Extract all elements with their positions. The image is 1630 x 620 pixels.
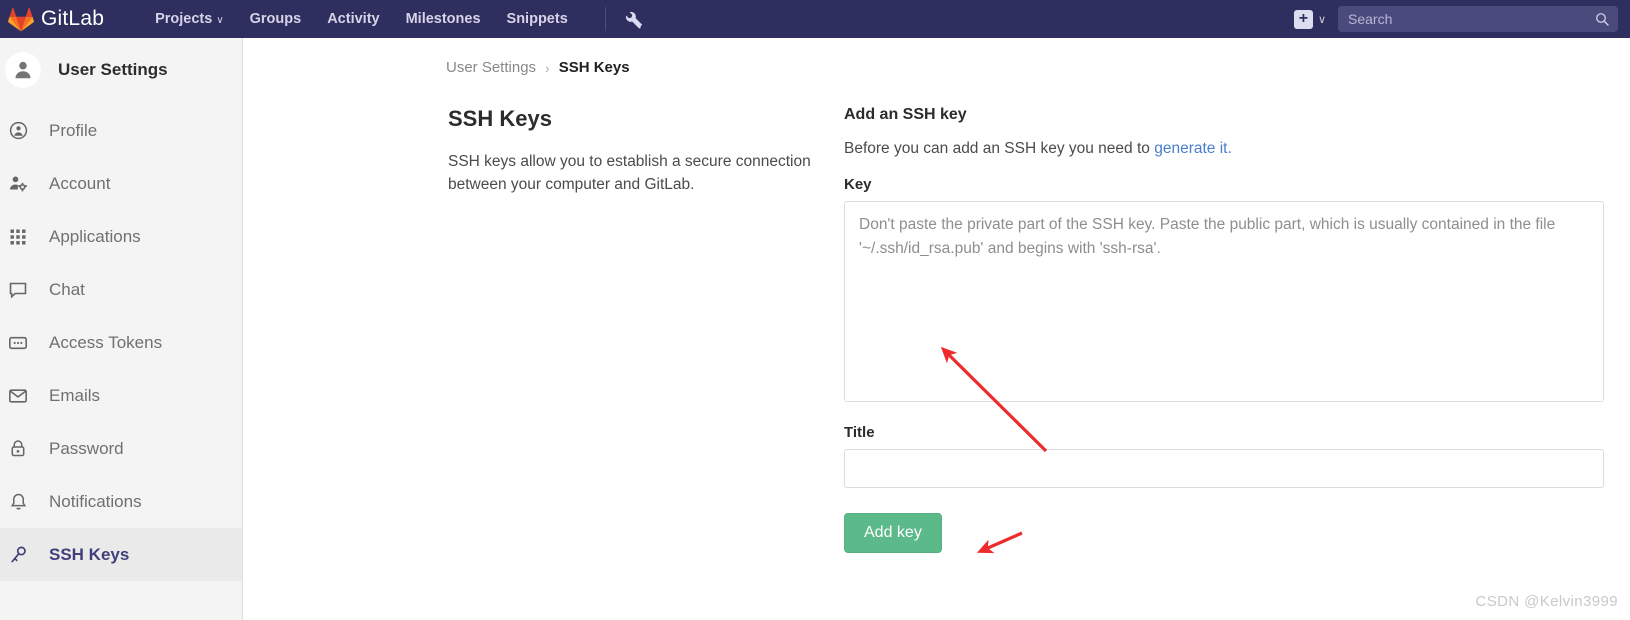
sidebar-item-label: Notifications [49,491,142,511]
form-hint-text: Before you can add an SSH key you need t… [844,140,1155,157]
breadcrumb-separator-icon: › [545,59,550,76]
bell-icon [5,492,31,512]
gitlab-ssh-keys-page: GitLab Projects ∨ Groups Activity Milesto… [0,0,1630,620]
title-field-group: Title [844,424,1630,488]
sidebar-nav-list: Profile Account Applications Chat Access… [0,104,242,581]
sidebar-item-label: Applications [49,226,141,246]
main-content: User Settings › SSH Keys SSH Keys SSH ke… [244,38,1630,620]
nav-link-activity[interactable]: Activity [314,0,392,38]
breadcrumb-ssh-keys: SSH Keys [558,59,630,76]
form-hint: Before you can add an SSH key you need t… [844,140,1630,158]
top-navbar: GitLab Projects ∨ Groups Activity Milesto… [0,0,1630,38]
sidebar-item-chat[interactable]: Chat [0,263,242,316]
primary-nav: Projects ∨ Groups Activity Milestones Sni… [142,0,650,38]
chevron-down-icon: ∨ [1317,13,1326,26]
app-grid-icon [5,228,31,246]
avatar [5,52,41,88]
nav-link-milestones[interactable]: Milestones [393,0,494,38]
sidebar-header-title: User Settings [58,60,168,79]
sidebar-item-profile[interactable]: Profile [0,104,242,157]
sidebar-item-label: Account [49,173,111,193]
sidebar-item-applications[interactable]: Applications [0,210,242,263]
chat-bubble-icon [5,280,31,300]
key-icon [5,545,31,564]
user-settings-sidebar: User Settings Profile Account Applicatio… [0,38,243,620]
sidebar-item-access-tokens[interactable]: Access Tokens [0,316,242,369]
nav-link-projects[interactable]: Projects ∨ [142,0,237,38]
sidebar-item-label: Access Tokens [49,332,163,352]
page-description: SSH keys allow you to establish a secure… [448,153,811,194]
envelope-icon [5,386,31,406]
breadcrumb: User Settings › SSH Keys [244,38,1630,76]
add-ssh-key-form: Add an SSH key Before you can add an SSH… [844,106,1630,553]
chevron-down-icon: ∨ [216,15,224,26]
brand-name: GitLab [41,7,105,30]
settings-description-column: SSH Keys SSH keys allow you to establish… [448,106,844,553]
key-field-label: Key [844,176,872,193]
user-circle-icon [5,121,31,140]
nav-divider [604,7,606,31]
settings-section: SSH Keys SSH keys allow you to establish… [244,106,1630,553]
gitlab-brand[interactable]: GitLab [0,0,114,38]
nav-link-groups[interactable]: Groups [237,0,315,38]
navbar-right: + ∨ [1293,0,1630,38]
sidebar-item-label: Emails [49,385,101,405]
sidebar-item-notifications[interactable]: Notifications [0,475,242,528]
generate-it-link[interactable]: generate it. [1154,140,1232,157]
sidebar-item-emails[interactable]: Emails [0,369,242,422]
add-key-button[interactable]: Add key [844,513,942,553]
new-item-dropdown[interactable]: + ∨ [1293,9,1326,29]
key-input[interactable] [844,201,1604,402]
nav-link-snippets[interactable]: Snippets [494,0,581,38]
plus-icon: + [1293,9,1313,29]
sidebar-item-account[interactable]: Account [0,157,242,210]
user-gear-icon [5,174,31,194]
sidebar-item-label: Chat [49,279,85,299]
sidebar-item-label: Password [49,438,124,458]
admin-area-button[interactable] [620,0,650,38]
user-avatar-icon [15,61,31,79]
sidebar-header: User Settings [0,38,242,102]
wrench-icon [626,11,643,28]
title-field-label: Title [844,424,875,441]
sidebar-item-password[interactable]: Password [0,422,242,475]
title-input[interactable] [844,449,1604,488]
sidebar-item-label: SSH Keys [49,544,130,564]
lock-icon [5,439,31,458]
breadcrumb-user-settings[interactable]: User Settings [446,59,536,76]
page-title: SSH Keys [448,106,552,131]
form-title: Add an SSH key [844,106,967,123]
sidebar-item-ssh-keys[interactable]: SSH Keys [0,528,242,581]
sidebar-item-label: Profile [49,120,98,140]
search-input[interactable] [1338,6,1618,32]
search-box [1338,6,1618,32]
nav-link-projects-label: Projects [155,11,213,27]
watermark: CSDN @Kelvin3999 [1475,593,1618,610]
gitlab-tanuki-logo-icon [8,7,34,31]
token-card-icon [5,333,31,353]
